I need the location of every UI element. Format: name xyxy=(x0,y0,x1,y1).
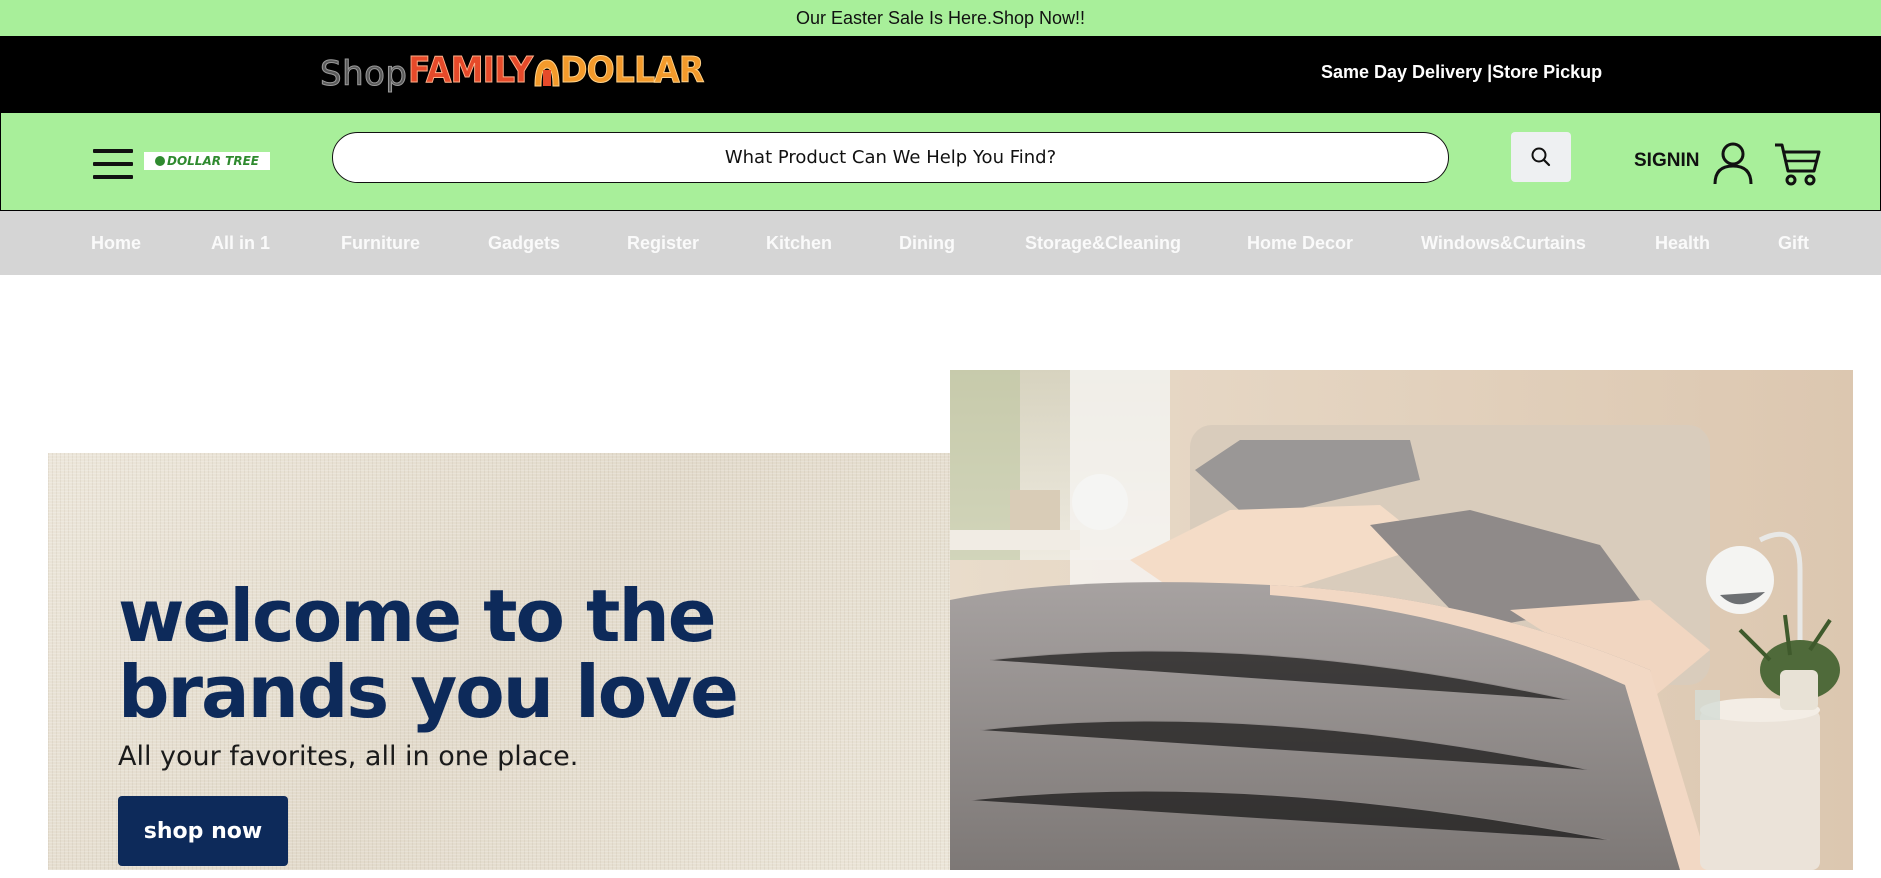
nav-item-furniture[interactable]: Furniture xyxy=(341,233,420,254)
hero-title: welcome to the brands you love xyxy=(118,574,739,734)
logo-dollar-text: DOLLAR xyxy=(560,50,705,92)
search-icon xyxy=(1531,147,1551,167)
dollar-tree-logo-text: DOLLAR TREE xyxy=(167,154,259,168)
cart-icon[interactable] xyxy=(1773,141,1821,187)
shop-now-button[interactable]: shop now xyxy=(118,796,288,866)
nav-item-dining[interactable]: Dining xyxy=(899,233,955,254)
hero-subtitle: All your favorites, all in one place. xyxy=(118,741,579,772)
nav-item-kitchen[interactable]: Kitchen xyxy=(766,233,832,254)
nav-item-health[interactable]: Health xyxy=(1655,233,1710,254)
header-search-bar: DOLLAR TREE SIGNIN xyxy=(0,112,1881,211)
hero-text-panel: welcome to the brands you love All your … xyxy=(48,453,950,870)
brand-bar: Shop FAMILY DOLLAR Same Day Delivery |St… xyxy=(0,36,1881,112)
nav-item-gadgets[interactable]: Gadgets xyxy=(488,233,560,254)
hamburger-menu-icon[interactable] xyxy=(93,149,133,179)
search-button[interactable] xyxy=(1511,132,1571,182)
logo-shop-text: Shop xyxy=(320,54,408,95)
delivery-options-text: Same Day Delivery |Store Pickup xyxy=(1321,62,1603,82)
search-input[interactable] xyxy=(332,132,1449,183)
promo-banner[interactable]: Our Easter Sale Is Here.Shop Now!! xyxy=(0,0,1881,36)
dollar-tree-logo[interactable]: DOLLAR TREE xyxy=(144,152,270,170)
nav-item-home[interactable]: Home xyxy=(91,233,141,254)
logo-family-text: FAMILY xyxy=(408,50,534,92)
hero-banner: welcome to the brands you love All your … xyxy=(0,275,1881,878)
hero-bedroom-image[interactable] xyxy=(950,370,1853,870)
signin-link[interactable]: SIGNIN xyxy=(1634,150,1699,172)
category-nav: Home All in 1 Furniture Gadgets Register… xyxy=(0,211,1881,275)
dollar-tree-leaf-icon xyxy=(155,156,165,166)
nav-item-windows-curtains[interactable]: Windows&Curtains xyxy=(1421,233,1586,254)
user-icon[interactable] xyxy=(1711,141,1755,185)
nav-item-gift[interactable]: Gift xyxy=(1778,233,1809,254)
logo-sun-icon xyxy=(534,59,560,87)
promo-text[interactable]: Our Easter Sale Is Here.Shop Now!! xyxy=(796,8,1085,29)
nav-item-all-in-1[interactable]: All in 1 xyxy=(211,233,270,254)
nav-item-register[interactable]: Register xyxy=(627,233,699,254)
nav-item-storage-cleaning[interactable]: Storage&Cleaning xyxy=(1025,233,1181,254)
nav-item-home-decor[interactable]: Home Decor xyxy=(1247,233,1353,254)
